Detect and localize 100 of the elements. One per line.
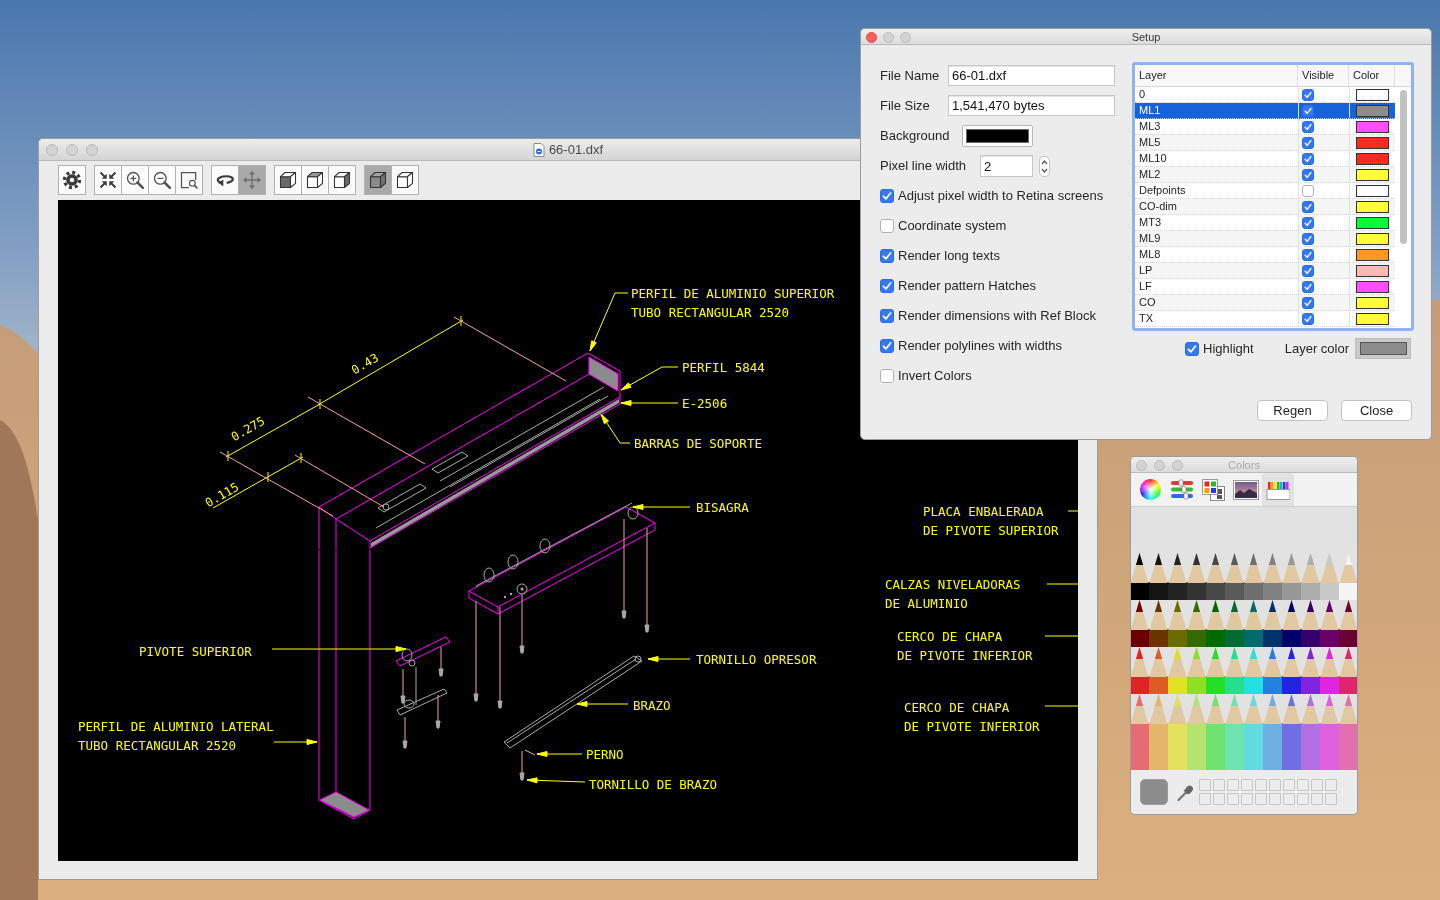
zoom-in-button[interactable] [121,165,149,195]
pencil-icon[interactable] [1282,600,1301,647]
pencil-icon[interactable] [1206,553,1225,600]
wireframe-view-button[interactable] [391,165,419,195]
checkbox[interactable] [1302,280,1314,293]
swatch-slot[interactable] [1325,779,1337,791]
swatch-icon[interactable] [1356,184,1389,197]
pencil-icon[interactable] [1320,600,1339,647]
pencil-icon[interactable] [1168,553,1187,600]
pencil-icon[interactable] [1187,553,1206,600]
swatch-slot[interactable] [1241,779,1253,791]
swatch-icon[interactable] [1356,296,1389,309]
checkbox[interactable] [1302,88,1314,101]
swatch-slot[interactable] [1213,793,1225,805]
swatch-slot[interactable] [1213,779,1225,791]
checkbox[interactable] [880,189,894,203]
checkbox[interactable] [1302,104,1314,117]
swatch-icon[interactable] [1356,152,1389,165]
checkbox[interactable] [880,249,894,263]
layer-row[interactable]: LP [1135,263,1395,279]
layer-row[interactable]: CO-dim [1135,199,1395,215]
layer-row[interactable]: TX [1135,311,1395,327]
checkbox[interactable] [880,339,894,353]
pencil-icon[interactable] [1131,600,1149,647]
swatch-slot[interactable] [1297,779,1309,791]
pencil-icon[interactable] [1301,600,1320,647]
zoom-window-button[interactable] [175,165,203,195]
swatch-icon[interactable] [1356,312,1389,325]
swatch-slot[interactable] [1311,779,1323,791]
swatch-icon[interactable] [1356,264,1389,277]
swatch-icon[interactable] [1356,168,1389,181]
swatch-icon[interactable] [1356,88,1389,101]
swatch-slot[interactable] [1269,793,1281,805]
pencil-icon[interactable] [1282,647,1301,694]
checkbox[interactable] [880,369,894,383]
top-view-button[interactable] [301,165,329,195]
pencil-icon[interactable] [1149,553,1168,600]
swatch-icon[interactable] [1356,120,1389,133]
layer-row[interactable]: ML5 [1135,135,1395,151]
layer-row[interactable]: ML9 [1135,231,1395,247]
checkbox[interactable] [1302,264,1314,277]
zoom-extents-button[interactable] [94,165,122,195]
checkbox[interactable] [880,309,894,323]
right-view-button[interactable] [328,165,356,195]
close-button[interactable] [866,31,877,43]
swatch-icon[interactable] [1356,104,1389,117]
layer-row[interactable]: ML1 [1135,103,1395,119]
swatch-slot[interactable] [1227,793,1239,805]
color-mode-tab[interactable] [1262,473,1294,506]
swatch-icon[interactable] [1356,248,1389,261]
swatch-slot[interactable] [1227,779,1239,791]
front-view-button[interactable] [274,165,302,195]
swatch-slot[interactable] [1199,779,1211,791]
orbit-button[interactable] [211,165,239,195]
swatch-slot[interactable] [1297,793,1309,805]
zoom-out-button[interactable] [148,165,176,195]
swatch-slot[interactable] [1241,793,1253,805]
checkbox[interactable] [1302,152,1314,165]
pencil-icon[interactable] [1263,600,1282,647]
swatch-icon[interactable] [1356,232,1389,245]
swatch-slot[interactable] [1311,793,1323,805]
action-button[interactable]: Close [1341,400,1412,421]
swatch-slot[interactable] [1255,779,1267,791]
swatch-icon[interactable] [1356,200,1389,213]
checkbox[interactable] [1302,216,1314,229]
swatch-slot[interactable] [1283,793,1295,805]
swatch-icon[interactable] [1356,280,1389,293]
stepper[interactable] [1039,155,1050,177]
checkbox[interactable] [1302,168,1314,181]
swatch-slot[interactable] [1255,793,1267,805]
scrollbar[interactable] [1400,90,1407,244]
swatch-icon[interactable] [1356,136,1389,149]
checkbox[interactable] [1302,200,1314,213]
checkbox[interactable] [1302,232,1314,245]
pencil-icon[interactable] [1339,600,1357,647]
checkbox[interactable] [1302,136,1314,149]
checkbox[interactable] [1185,341,1200,356]
action-button[interactable]: Regen [1257,400,1328,421]
swatch-slot[interactable] [1325,793,1337,805]
checkbox[interactable] [1302,184,1314,197]
pencil-icon[interactable] [1149,600,1168,647]
checkbox[interactable] [1302,248,1314,261]
checkbox[interactable] [1302,120,1314,133]
number-field[interactable]: 2 [980,155,1033,177]
swatch-slot[interactable] [1269,779,1281,791]
pencil-icon[interactable] [1131,553,1149,600]
shaded-view-button[interactable] [364,165,392,195]
layer-row[interactable]: ML2 [1135,167,1395,183]
text-field[interactable]: 1,541,470 bytes [948,95,1115,116]
swatch-slot[interactable] [1283,779,1295,791]
text-field[interactable]: 66-01.dxf [948,65,1115,86]
layer-row[interactable]: CO [1135,295,1395,311]
checkbox[interactable] [1302,296,1314,309]
swatch-icon[interactable] [1356,216,1389,229]
settings-button[interactable] [58,165,86,195]
swatch-slot[interactable] [1199,793,1211,805]
checkbox[interactable] [880,279,894,293]
checkbox[interactable] [1302,312,1314,325]
checkbox[interactable] [880,219,894,233]
swatch-icon[interactable] [1140,779,1168,805]
